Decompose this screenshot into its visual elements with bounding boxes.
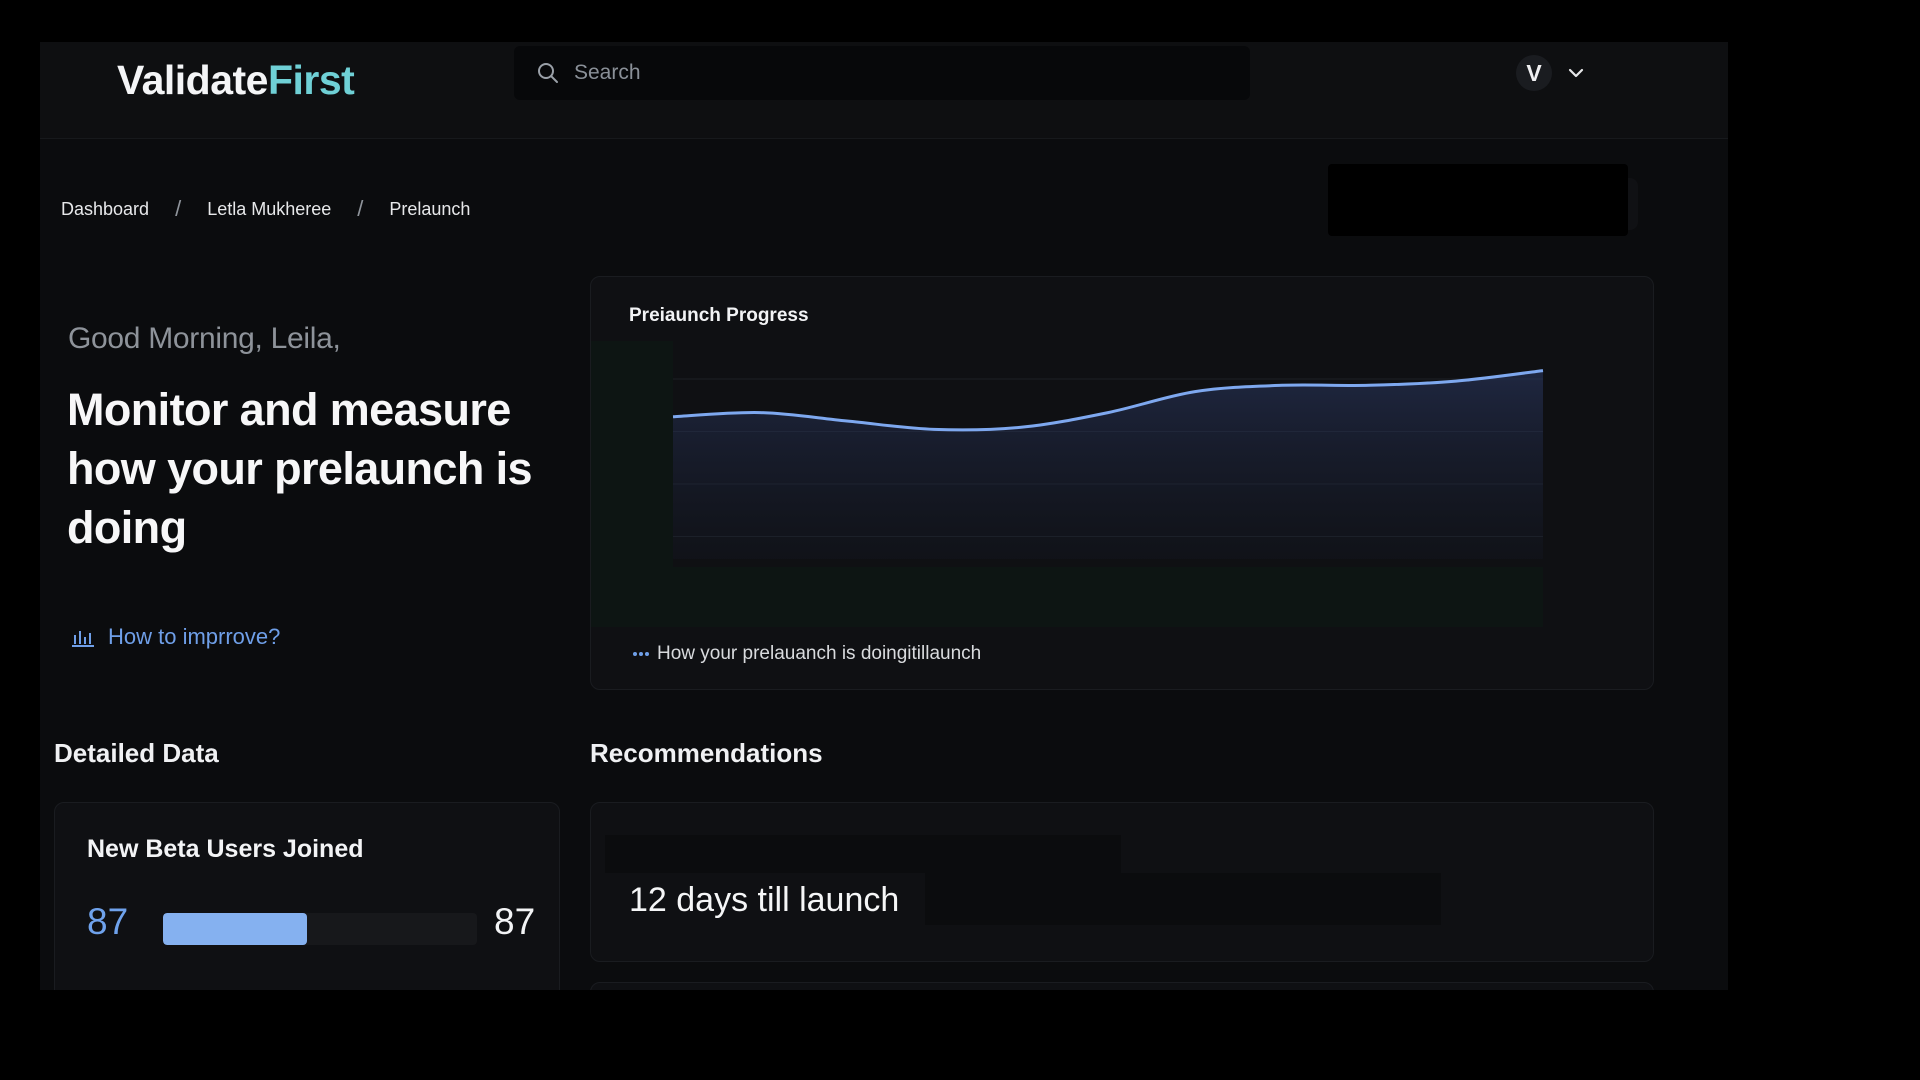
how-to-improve-link[interactable]: How to imprrove? <box>70 624 280 650</box>
breadcrumb-separator: / <box>357 196 364 221</box>
how-to-improve-label: How to imprrove? <box>108 624 281 649</box>
recommendation-card-next[interactable] <box>590 982 1654 990</box>
redacted-block <box>605 835 1121 873</box>
search-icon <box>538 63 558 83</box>
prelaunch-progress-chart <box>591 341 1544 627</box>
legend-dots-icon <box>633 652 651 656</box>
avatar-initial: V <box>1526 59 1542 86</box>
beta-users-target: 87 <box>494 901 536 942</box>
beta-users-title: New Beta Users Joined <box>87 835 364 863</box>
beta-users-progress-bar <box>163 913 477 945</box>
beta-users-value: 87 <box>87 901 129 942</box>
breadcrumb-item-user[interactable]: Letla Mukheree <box>207 199 331 220</box>
recommendation-text: 12 days till launch <box>629 881 900 919</box>
chart-area-fill <box>673 370 1543 559</box>
brand-logo-part1: Validate <box>117 57 268 103</box>
recommendations-heading: Recommendations <box>590 738 823 768</box>
redacted-action-button[interactable] <box>1328 164 1628 236</box>
app-window: ValidateFirst V Dashboard / Letla Mukher… <box>40 42 1728 990</box>
chart-left-band <box>591 341 673 627</box>
prelaunch-progress-card: Preiaunch Progress How your prelauanch i… <box>590 276 1654 690</box>
chart-legend: How your prelauanch is doingitillaunch <box>633 643 981 665</box>
greeting-text: Good Morning, Leila, <box>68 322 341 355</box>
chevron-down-icon[interactable] <box>1566 63 1586 83</box>
detailed-data-heading: Detailed Data <box>54 738 219 768</box>
user-avatar[interactable]: V <box>1516 55 1552 91</box>
breadcrumb-item-dashboard[interactable]: Dashboard <box>61 199 149 220</box>
brand-logo[interactable]: ValidateFirst <box>117 52 355 108</box>
breadcrumb-item-current: Prelaunch <box>389 198 471 219</box>
search-input[interactable] <box>572 60 1176 86</box>
chart-bottom-band <box>673 567 1543 627</box>
breadcrumb: Dashboard / Letla Mukheree / Prelaunch <box>61 196 470 222</box>
chart-title: Preiaunch Progress <box>629 305 809 326</box>
redacted-block <box>925 873 1441 925</box>
page-headline: Monitor and measure how your prelaunch i… <box>67 384 533 553</box>
beta-users-progress-fill <box>163 913 308 945</box>
brand-logo-part2: First <box>267 57 355 103</box>
recommendation-card[interactable]: 12 days till launch <box>590 802 1654 962</box>
beta-users-card[interactable]: New Beta Users Joined 87 87 <box>54 802 560 990</box>
breadcrumb-separator: / <box>175 196 182 221</box>
legend-label: How your prelauanch is doingitillaunch <box>657 643 982 664</box>
search-bar[interactable] <box>514 46 1250 100</box>
top-header: ValidateFirst V <box>40 42 1728 139</box>
bar-chart-icon <box>72 631 94 647</box>
